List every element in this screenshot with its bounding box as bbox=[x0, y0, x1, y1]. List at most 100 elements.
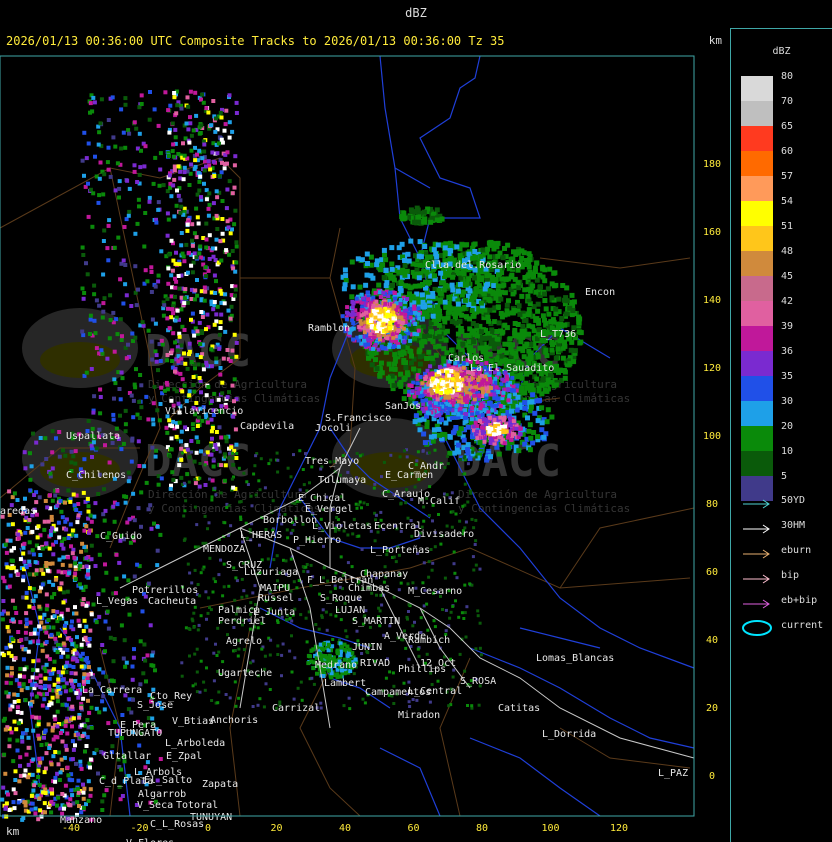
place-label: S_MARTIN bbox=[352, 616, 400, 627]
legend-swatch-10 bbox=[741, 451, 773, 476]
y-tick-label: 20 bbox=[706, 703, 718, 714]
place-label: Villavicencio bbox=[165, 406, 243, 417]
x-tick-label: 120 bbox=[610, 823, 628, 834]
place-label: Rambich bbox=[408, 635, 450, 646]
legend-track-label: bip bbox=[781, 570, 800, 581]
legend-swatch-60 bbox=[741, 151, 773, 176]
place-label: Agrelo bbox=[226, 636, 262, 647]
place-label: M_Cesarno bbox=[408, 586, 462, 597]
place-label: Uspallata bbox=[66, 431, 120, 442]
place-label: L_T736 bbox=[540, 329, 576, 340]
place-label: JUNIN bbox=[352, 642, 382, 653]
x-tick-label: 80 bbox=[476, 823, 488, 834]
place-label: Clla.del.Rosario bbox=[425, 260, 521, 271]
place-label: V_Seca bbox=[137, 800, 173, 811]
title-bar: dBZ bbox=[0, 0, 832, 29]
legend-value-54: 54 bbox=[781, 196, 794, 207]
x-tick-label: 0 bbox=[205, 823, 211, 834]
place-label: E_Chical bbox=[298, 493, 346, 504]
watermark-line1: Dirección de Agricultura bbox=[458, 488, 617, 501]
legend-swatch-36 bbox=[741, 351, 773, 376]
y-tick-label: 180 bbox=[703, 159, 721, 170]
place-label: LUJAN bbox=[335, 605, 365, 616]
place-label: El_Salto bbox=[144, 775, 192, 786]
place-label: C_Chilenos bbox=[66, 470, 126, 481]
place-label: L_HERAS bbox=[240, 530, 282, 541]
place-label: L_Arboleda bbox=[165, 738, 225, 749]
watermark-line1: Dirección de Agricultura bbox=[148, 378, 307, 391]
legend-value-70: 70 bbox=[781, 96, 794, 107]
composite-tracks-headline: 2026/01/13 00:36:00 UTC Composite Tracks… bbox=[6, 34, 505, 48]
place-label: TUPUNGATO bbox=[108, 728, 162, 739]
legend-value-60: 60 bbox=[781, 146, 794, 157]
place-label: Phillips bbox=[398, 664, 446, 675]
place-label: Ugarteche bbox=[218, 668, 272, 679]
place-label: L_Junta bbox=[253, 607, 295, 618]
place-label: E_Zpal bbox=[166, 751, 202, 762]
legend-track-label: current bbox=[781, 620, 824, 631]
legend-value-10: 10 bbox=[781, 446, 794, 457]
place-label: Zapata bbox=[202, 779, 238, 790]
legend-value-20: 20 bbox=[781, 421, 794, 432]
place-label: L_Violetas bbox=[312, 521, 372, 532]
place-label: Russel bbox=[258, 593, 294, 604]
dbz-legend: dBZ 80 70 65 60 57 54 51 48 45 42 39 36 35 30 20 10 5 50… bbox=[731, 28, 832, 842]
place-label: Ramblon bbox=[308, 323, 350, 334]
place-label: Campamentos bbox=[365, 687, 431, 698]
place-label: Totoral bbox=[176, 800, 218, 811]
km-unit-top: km bbox=[708, 34, 722, 47]
place-label: Lambert bbox=[324, 678, 366, 689]
place-label: MENDOZA bbox=[203, 544, 245, 555]
legend-value-80: 80 bbox=[781, 71, 794, 82]
place-label: Gltallar bbox=[103, 751, 151, 762]
legend-track-eburn-icon bbox=[741, 546, 775, 560]
y-tick-label: 160 bbox=[703, 227, 721, 238]
legend-swatch-48 bbox=[741, 251, 773, 276]
legend-value-35: 35 bbox=[781, 371, 794, 382]
legend-value-39: 39 bbox=[781, 321, 794, 332]
y-tick-label: 60 bbox=[706, 567, 718, 578]
legend-swatch-65 bbox=[741, 126, 773, 151]
place-label: S_ROSA bbox=[460, 676, 496, 687]
legend-swatch-70 bbox=[741, 101, 773, 126]
legend-track-label: 50YD bbox=[781, 495, 806, 506]
place-label: Lomas_Blancas bbox=[536, 653, 614, 664]
radar-window: dBZ DACC Dirección de Agricultura y Contin… bbox=[0, 0, 832, 842]
legend-track-50YD-icon bbox=[741, 496, 775, 510]
place-label: Jocoli bbox=[315, 423, 351, 434]
place-label: S_Jose bbox=[137, 700, 173, 711]
y-tick-label: 40 bbox=[706, 635, 718, 646]
watermark-line2: y Contingencias Climáticas bbox=[458, 502, 630, 515]
place-label: RIVAD bbox=[360, 658, 390, 669]
radar-map[interactable]: DACCDirección de Agriculturay Contingenc… bbox=[0, 28, 730, 842]
place-label: S_Roque bbox=[320, 593, 362, 604]
x-tick-label: 20 bbox=[270, 823, 282, 834]
legend-value-30: 30 bbox=[781, 396, 794, 407]
legend-swatch-45 bbox=[741, 276, 773, 301]
legend-value-57: 57 bbox=[781, 171, 794, 182]
legend-swatch-30 bbox=[741, 401, 773, 426]
radar-map-panel[interactable]: DACC Dirección de Agricultura y Contingenc… bbox=[0, 28, 731, 842]
legend-value-51: 51 bbox=[781, 221, 794, 232]
place-label: Potrerillos bbox=[132, 585, 198, 596]
place-label: Anchoris bbox=[210, 715, 258, 726]
place-label: Borbollon bbox=[263, 515, 317, 526]
place-label: L_Vegas bbox=[96, 596, 138, 607]
place-label: La_Carrera bbox=[82, 685, 142, 696]
place-label: La.El.Sauadito bbox=[470, 363, 554, 374]
x-tick-label: -40 bbox=[62, 823, 80, 834]
place-label: Catitas bbox=[498, 703, 540, 714]
legend-swatch-42 bbox=[741, 301, 773, 326]
place-label: Carrizal bbox=[272, 703, 320, 714]
place-label: Chapanay bbox=[360, 569, 408, 580]
km-unit-bottom: km bbox=[6, 825, 20, 838]
legend-track-label: eb+bip bbox=[781, 595, 818, 606]
legend-track-label: eburn bbox=[781, 545, 812, 556]
legend-value-36: 36 bbox=[781, 346, 794, 357]
legend-track-eb+bip-icon bbox=[741, 596, 775, 610]
place-label: E_Vergel bbox=[305, 504, 353, 515]
place-label: M.Calif bbox=[418, 496, 460, 507]
legend-track-30HM-icon bbox=[741, 521, 775, 535]
x-tick-label: 100 bbox=[541, 823, 559, 834]
y-tick-label: 120 bbox=[703, 363, 721, 374]
